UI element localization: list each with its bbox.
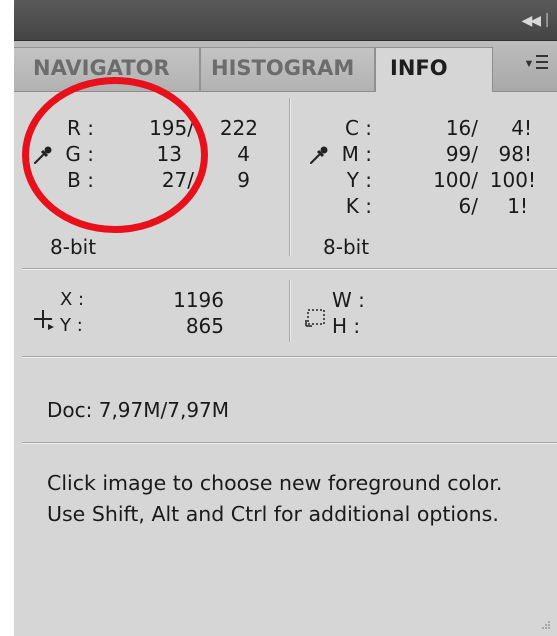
- tab-info[interactable]: INFO: [375, 47, 493, 92]
- divider: [22, 356, 557, 358]
- y-value: 100/: [433, 168, 478, 192]
- divider: [22, 442, 557, 444]
- eyedropper-icon: [310, 146, 328, 164]
- title-separator: |: [545, 11, 549, 28]
- tab-histogram[interactable]: HISTOGRAM: [200, 47, 375, 91]
- marquee-icon: [305, 309, 325, 327]
- cmyk-bit-depth: 8-bit: [323, 235, 370, 259]
- r-value-2: 222: [219, 116, 258, 140]
- info-divider-vertical-2: [289, 280, 291, 342]
- y-value-2: 100!: [489, 168, 536, 192]
- h-label: H :: [332, 314, 361, 338]
- rgb-bit-depth: 8-bit: [50, 235, 97, 259]
- c-value-2: 4!: [511, 116, 532, 140]
- m-value: 99/: [445, 142, 478, 166]
- resize-grip-icon[interactable]: [541, 620, 551, 630]
- y-label: Y :: [346, 168, 372, 192]
- panel-titlebar: ◀◀ |: [14, 0, 557, 41]
- info-divider-vertical: [289, 98, 291, 256]
- c-value: 16/: [445, 116, 478, 140]
- k-value-2: 1!: [507, 194, 528, 218]
- k-label: K :: [345, 194, 372, 218]
- k-value: 6/: [458, 194, 478, 218]
- red-annotation-circle: [22, 77, 208, 233]
- crosshair-icon: [34, 310, 54, 330]
- g-value-2: 4: [237, 142, 250, 166]
- doc-size: Doc: 7,97M/7,97M: [47, 398, 230, 422]
- y-label: Y :: [60, 315, 83, 336]
- y-value: 865: [185, 314, 224, 338]
- c-label: C :: [344, 116, 372, 140]
- m-value-2: 98!: [498, 142, 532, 166]
- w-label: W :: [332, 288, 365, 312]
- divider: [22, 268, 557, 270]
- panel-menu-icon[interactable]: ▼: [521, 53, 551, 77]
- x-value: 1196: [173, 288, 224, 312]
- x-label: X :: [60, 289, 85, 310]
- b-value-2: 9: [237, 168, 250, 192]
- hint-text: Click image to choose new foreground col…: [47, 471, 503, 526]
- collapse-icon[interactable]: ◀◀: [521, 12, 540, 29]
- m-label: M :: [341, 142, 372, 166]
